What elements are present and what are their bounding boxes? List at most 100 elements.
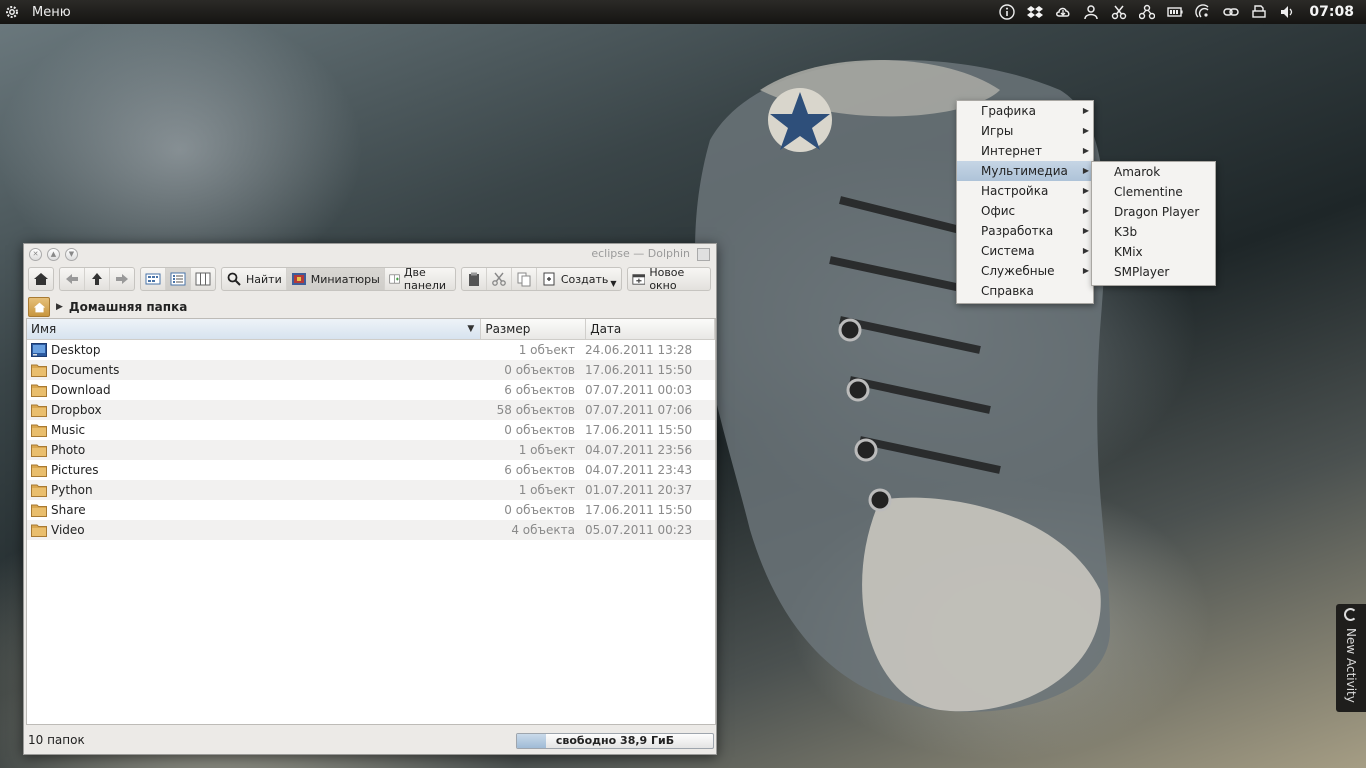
column-name-label: Имя: [31, 322, 57, 336]
sort-down-icon: ▼: [467, 324, 475, 334]
user-icon[interactable]: [1082, 3, 1100, 21]
find-button-label: Найти: [246, 272, 282, 286]
menu-item-label: Графика: [981, 104, 1036, 118]
submenu-item-amarok[interactable]: Amarok: [1092, 162, 1215, 182]
file-row[interactable]: Desktop 1 объект 24.06.2011 13:28: [27, 340, 715, 360]
file-row[interactable]: Download 6 объектов 07.07.2011 00:03: [27, 380, 715, 400]
folder-icon: [31, 504, 47, 517]
file-row[interactable]: Music 0 объектов 17.06.2011 15:50: [27, 420, 715, 440]
file-name: Python: [51, 483, 93, 497]
breadcrumb-home-button[interactable]: [28, 297, 50, 317]
clock[interactable]: 07:08: [1309, 4, 1354, 20]
file-row[interactable]: Python 1 объект 01.07.2011 20:37: [27, 480, 715, 500]
system-tray: 07:08: [993, 0, 1366, 24]
file-size: 58 объектов: [496, 403, 575, 417]
printer-icon[interactable]: [1250, 3, 1268, 21]
submenu-item-smplayer[interactable]: SMPlayer: [1092, 262, 1215, 282]
menu-item-system[interactable]: Система ▶: [957, 241, 1093, 261]
menu-item-utilities[interactable]: Служебные ▶: [957, 261, 1093, 281]
menu-item-label: Интернет: [981, 144, 1043, 158]
previews-button[interactable]: Миниатюры: [285, 268, 384, 290]
menu-item-development[interactable]: Разработка ▶: [957, 221, 1093, 241]
file-size: 4 объекта: [511, 523, 575, 537]
folder-icon: [31, 464, 47, 477]
file-rows: Desktop 1 объект 24.06.2011 13:28 Docume…: [27, 340, 715, 540]
main-menu-button[interactable]: Меню: [4, 4, 71, 20]
split-view-button-label: Две панели: [403, 266, 446, 292]
menu-item-settings[interactable]: Настройка ▶: [957, 181, 1093, 201]
find-button[interactable]: Найти: [222, 268, 286, 290]
file-name: Video: [51, 523, 85, 537]
toolbar: Найти Миниатюры Две панели Создать ▼ Нов…: [24, 264, 716, 294]
folder-icon: [31, 444, 47, 457]
new-window-button[interactable]: Новое окно: [628, 266, 710, 292]
file-name: Photo: [51, 443, 86, 457]
column-name[interactable]: Имя ▼: [27, 319, 482, 339]
file-row[interactable]: Dropbox 58 объектов 07.07.2011 07:06: [27, 400, 715, 420]
submenu-item-dragon-player[interactable]: Dragon Player: [1092, 202, 1215, 222]
menu-item-label: Справка: [981, 284, 1034, 298]
menu-item-multimedia[interactable]: Мультимедиа ▶: [957, 161, 1093, 181]
copy-button[interactable]: [510, 268, 536, 290]
file-name: Pictures: [51, 463, 99, 477]
file-row[interactable]: Documents 0 объектов 17.06.2011 15:50: [27, 360, 715, 380]
search-icon: [227, 272, 241, 286]
menu-item-office[interactable]: Офис ▶: [957, 201, 1093, 221]
icons-view-button[interactable]: [141, 268, 165, 290]
file-date: 04.07.2011 23:56: [585, 443, 693, 457]
menu-item-help[interactable]: Справка: [957, 281, 1093, 301]
split-view-button[interactable]: Две панели: [383, 266, 455, 292]
paste-button[interactable]: [462, 268, 486, 290]
file-date: 05.07.2011 00:23: [585, 523, 693, 537]
menu-item-label: Мультимедиа: [981, 164, 1068, 178]
menu-item-internet[interactable]: Интернет ▶: [957, 141, 1093, 161]
chevron-right-icon: ▶: [1082, 106, 1089, 115]
breadcrumb-home-folder[interactable]: Домашняя папка: [69, 300, 187, 314]
window-titlebar[interactable]: ✕ ▲ ▼ eclipse — Dolphin: [24, 244, 716, 264]
arrow-right-icon: [116, 274, 128, 284]
chevron-right-icon[interactable]: ▶: [56, 302, 63, 312]
dropbox-icon[interactable]: [1026, 3, 1044, 21]
window-menu-icon[interactable]: [697, 248, 710, 261]
status-bar: 10 папок свободно 38,9 ГиБ: [24, 726, 716, 754]
image-icon: [291, 273, 306, 285]
file-date: 17.06.2011 15:50: [585, 363, 693, 377]
column-date[interactable]: Дата: [586, 319, 715, 339]
create-new-button[interactable]: Создать ▼: [535, 268, 621, 290]
minimize-icon[interactable]: ▲: [47, 247, 60, 261]
volume-icon[interactable]: [1278, 3, 1296, 21]
menu-item-label: Офис: [981, 204, 1016, 218]
home-button[interactable]: [29, 268, 53, 290]
network-icon[interactable]: [1138, 3, 1156, 21]
new-activity-tab[interactable]: New Activity: [1336, 604, 1366, 712]
find-previews-split-group: Найти Миниатюры Две панели: [221, 266, 456, 292]
file-row[interactable]: Video 4 объекта 05.07.2011 00:23: [27, 520, 715, 540]
cut-button[interactable]: [485, 268, 511, 290]
file-row[interactable]: Photo 1 объект 04.07.2011 23:56: [27, 440, 715, 460]
back-button[interactable]: [60, 268, 84, 290]
wifi-icon[interactable]: [1194, 3, 1212, 21]
submenu-item-clementine[interactable]: Clementine: [1092, 182, 1215, 202]
free-space-bar[interactable]: свободно 38,9 ГиБ: [516, 733, 714, 749]
link-icon[interactable]: [1222, 3, 1240, 21]
submenu-item-kmix[interactable]: KMix: [1092, 242, 1215, 262]
menu-item-graphics[interactable]: Графика ▶: [957, 101, 1093, 121]
close-icon[interactable]: ✕: [29, 247, 42, 261]
submenu-item-k3b[interactable]: K3b: [1092, 222, 1215, 242]
file-size: 0 объектов: [504, 503, 575, 517]
file-row[interactable]: Share 0 объектов 17.06.2011 15:50: [27, 500, 715, 520]
forward-button[interactable]: [109, 268, 134, 290]
details-view-button[interactable]: [165, 268, 190, 290]
menu-item-label: Разработка: [981, 224, 1054, 238]
file-size: 1 объект: [518, 483, 575, 497]
columns-view-button[interactable]: [190, 268, 215, 290]
scissors-icon[interactable]: [1110, 3, 1128, 21]
up-button[interactable]: [84, 268, 109, 290]
maximize-icon[interactable]: ▼: [65, 247, 78, 261]
menu-item-games[interactable]: Игры ▶: [957, 121, 1093, 141]
info-icon[interactable]: [998, 3, 1016, 21]
battery-icon[interactable]: [1166, 3, 1184, 21]
column-size[interactable]: Размер: [481, 319, 587, 339]
cloud-icon[interactable]: [1054, 3, 1072, 21]
file-row[interactable]: Pictures 6 объектов 04.07.2011 23:43: [27, 460, 715, 480]
